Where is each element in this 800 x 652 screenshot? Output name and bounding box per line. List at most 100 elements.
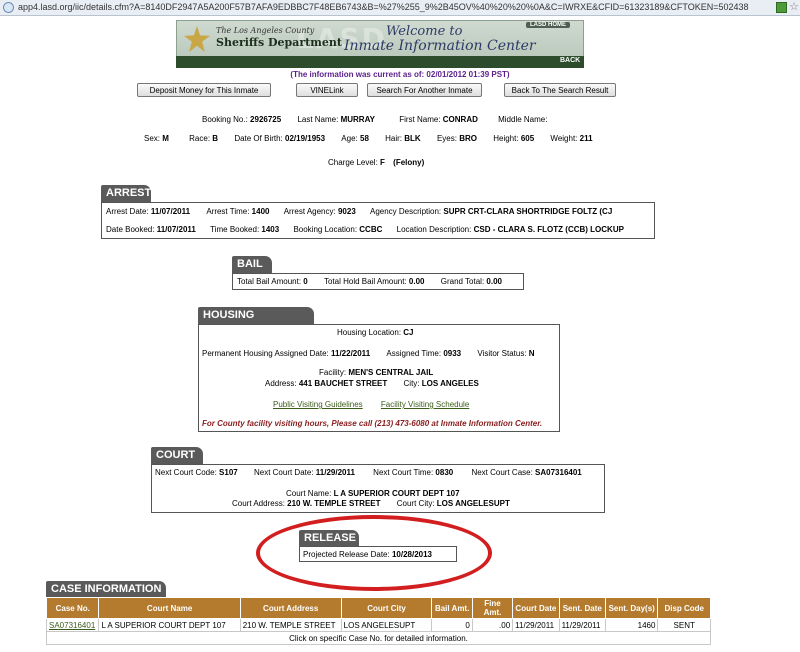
grand-total-value: 0.00 [486,277,502,286]
grand-total-label: Grand Total: [440,277,485,286]
col-sent-date: Sent. Date [558,597,606,619]
case-header-row: Case No. Court Name Court Address Court … [45,597,711,619]
first-name-value: CONRAD [442,115,478,124]
next-court-case-value: SA07316401 [535,468,582,477]
hold-bail-label: Total Hold Bail Amount: [323,277,407,286]
vinelink-button[interactable]: VINELink [296,83,358,97]
facility-row: Facility: MEN'S CENTRAL JAIL [319,368,433,377]
time-booked-label: Time Booked: [210,225,260,234]
sex-value: M [162,134,169,143]
search-another-button[interactable]: Search For Another Inmate [367,83,482,97]
rss-icon[interactable] [776,2,787,13]
visitor-status-value: N [528,349,535,358]
fine-amt-cell: .00 [471,618,514,632]
disp-code-cell: SENT [657,618,711,632]
lasd-home-link[interactable]: LASD HOME [526,22,570,28]
bail-box: Total Bail Amount: 0 Total Hold Bail Amo… [232,273,524,290]
booking-location-value: CCBC [359,225,383,234]
next-court-code-label: Next Court Code: [155,468,217,477]
age-label: Age: [341,134,358,143]
court-name-cell: L A SUPERIOR COURT DEPT 107 [98,618,241,632]
court-date-cell: 11/29/2011 [512,618,560,632]
perm-housing-label: Permanent Housing Assigned Date: [202,349,329,358]
court-name-label: Court Name: [286,489,332,498]
col-court-city: Court City [340,597,433,619]
booking-row: Booking No.: 2926725 Last Name: MURRAY F… [202,115,547,124]
back-link[interactable]: BACK [560,57,580,64]
welcome-text: Welcome to [386,24,463,39]
arrest-time-value: 1400 [251,207,270,216]
housing-location-row: Housing Location: CJ [337,328,414,337]
booking-location-label: Booking Location: [293,225,358,234]
deposit-money-button[interactable]: Deposit Money for This Inmate [137,83,271,97]
red-highlight-circle [256,515,492,591]
dob-label: Date Of Birth: [234,134,283,143]
center-title: Inmate Information Center [344,38,536,54]
col-sent-days: Sent. Day(s) [604,597,659,619]
url-text[interactable]: app4.lasd.org/iic/details.cfm?A=8140DF29… [18,2,749,12]
physical-row: Sex: M Race: B Date Of Birth: 02/19/1953… [144,134,593,143]
next-court-time-label: Next Court Time: [373,468,434,477]
browser-address-bar[interactable]: app4.lasd.org/iic/details.cfm?A=8140DF29… [0,0,800,16]
height-label: Height: [493,134,519,143]
banner-ribbon [176,56,584,68]
next-court-time-value: 0830 [435,468,454,477]
city-value: LOS ANGELES [421,379,479,388]
department-text: Sheriffs Department [216,36,342,49]
visiting-links-row: Public Visiting Guidelines Facility Visi… [273,400,469,409]
sent-days-cell: 1460 [604,618,659,632]
time-booked-value: 1403 [261,225,280,234]
visiting-hours-notice: For County facility visiting hours, Plea… [202,419,543,428]
public-visiting-guidelines-link[interactable]: Public Visiting Guidelines [273,400,363,409]
court-address-row: Court Address: 210 W. TEMPLE STREET Cour… [232,499,510,508]
housing-section-title: HOUSING LOCATION [198,307,314,336]
eyes-value: BRO [459,134,477,143]
address-value: 441 BAUCHET STREET [298,379,388,388]
arrest-row-1: Arrest Date: 11/07/2011 Arrest Time: 140… [106,207,612,216]
location-description-value: CSD - CLARA S. FLOTZ (CCB) LOCKUP [473,225,624,234]
hair-label: Hair: [385,134,403,143]
sex-label: Sex: [144,134,161,143]
bail-section-title: BAIL [232,256,272,273]
court-city-cell: LOS ANGELESUPT [340,618,433,632]
court-section-title: COURT [151,447,203,464]
race-value: B [212,134,219,143]
arrest-box: Arrest Date: 11/07/2011 Arrest Time: 140… [101,202,655,239]
court-address-value: 210 W. TEMPLE STREET [287,499,381,508]
arrest-row-2: Date Booked: 11/07/2011 Time Booked: 140… [106,225,624,234]
assigned-time-value: 0933 [443,349,462,358]
table-footer-row: Click on specific Case No. for detailed … [46,631,711,645]
height-value: 605 [520,134,535,143]
court-city-value: LOS ANGELESUPT [436,499,510,508]
col-court-address: Court Address [239,597,342,619]
star-icon[interactable]: ☆ [789,0,799,13]
col-court-date: Court Date [512,597,560,619]
county-text: The Los Angeles County [216,26,315,35]
perm-housing-value: 11/22/2011 [330,349,371,358]
location-description-label: Location Description: [396,225,472,234]
next-court-code-value: S107 [219,468,238,477]
col-court-name: Court Name [98,597,241,619]
agency-description-value: SUPR CRT-CLARA SHORTRIDGE FOLTZ (CJ [443,207,613,216]
next-court-date-label: Next Court Date: [253,468,314,477]
arrest-date-value: 11/07/2011 [150,207,191,216]
next-court-date-value: 11/29/2011 [315,468,355,477]
address-label: Address: [265,379,297,388]
court-row-1: Next Court Code: S107 Next Court Date: 1… [155,468,582,477]
facility-visiting-schedule-link[interactable]: Facility Visiting Schedule [381,400,469,409]
visitor-status-label: Visitor Status: [477,349,527,358]
case-info-table: Case No. Court Name Court Address Court … [45,597,711,645]
back-to-results-button[interactable]: Back To The Search Result [504,83,616,97]
globe-icon [3,2,14,13]
arrest-agency-value: 9023 [337,207,356,216]
date-booked-label: Date Booked: [106,225,155,234]
court-name-row: Court Name: L A SUPERIOR COURT DEPT 107 [286,489,460,498]
city-label: City: [403,379,420,388]
hair-value: BLK [404,134,421,143]
case-info-section-title: CASE INFORMATION [46,581,167,597]
col-case-no: Case No. [45,597,100,619]
last-name-value: MURRAY [340,115,375,124]
case-no-link[interactable]: SA07316401 [45,618,100,632]
housing-assign-row: Permanent Housing Assigned Date: 11/22/2… [202,349,535,358]
last-name-label: Last Name: [297,115,339,124]
